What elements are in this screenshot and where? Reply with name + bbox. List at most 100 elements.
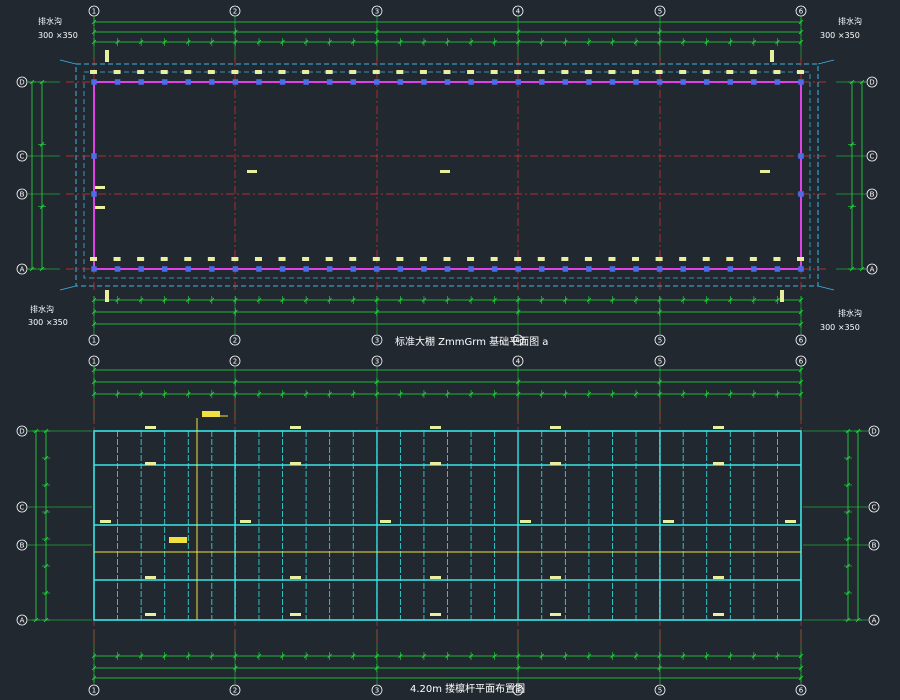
column [703,79,710,85]
column-tag [302,257,310,261]
elevation-tag [550,613,561,616]
axis-bubble-right2-C-label: C [872,504,877,512]
axis-bubble-left2-A-label: A [20,617,25,625]
axis-bubble-right-D-label: D [869,79,874,87]
elevation-tag [145,613,156,616]
axis-bubble-top-1-label: 1 [92,8,96,16]
column [586,79,592,85]
column-tag [443,70,451,74]
drain-label-tl: 排水沟 [38,16,62,26]
column [421,266,427,272]
column-tag [325,257,333,261]
axis-bubble-left-A-label: A [20,266,25,274]
drain-corner [817,59,835,65]
column [774,266,781,272]
column-tag [537,70,545,74]
elevation-tag [290,576,301,579]
axis-bubble-top2-2-label: 2 [233,358,237,366]
drain-corner [817,285,835,291]
column [633,79,639,85]
column [798,266,804,272]
drain-size-tl: 300 ×350 [38,31,78,40]
axis-bubble-bottom2-1-label: 1 [92,687,96,695]
column [161,79,168,85]
column-tag [419,257,427,261]
column [397,79,404,85]
column-tag [561,70,569,74]
axis-bubble-bottom-2-label: 2 [233,337,237,345]
column [468,266,474,272]
axis-bubble-bottom2-2-label: 2 [233,687,237,695]
column [562,266,569,272]
column [633,266,639,272]
elevation-tag [290,613,301,616]
elevation-tag [380,520,391,523]
column-tag [254,257,262,261]
column [161,266,168,272]
elevation-tag [430,576,441,579]
column-tag [372,70,380,74]
column-tag [325,70,333,74]
column-tag [797,257,804,261]
column-tag [231,257,239,261]
column-tag [490,70,498,74]
column [539,79,545,85]
column [279,79,286,85]
axis-bubble-top2-6-label: 6 [799,358,804,366]
axis-bubble-left-D-label: D [19,79,24,87]
column [326,79,333,85]
column-tag [137,257,145,261]
column-tag [679,257,687,261]
span-tag [95,186,105,189]
drain-ditch-inner [83,71,811,279]
column-tag [655,70,663,74]
column [586,266,592,272]
elevation-tag [663,520,674,523]
column-tag [773,70,781,74]
column-tag [561,257,569,261]
axis-bubble-top-2-label: 2 [233,8,237,16]
column [185,266,192,272]
column [491,266,498,272]
column-tag [113,70,121,74]
end-marker [770,50,774,62]
column-tag [231,70,239,74]
elevation-tag [145,426,156,429]
axis-bubble-bottom2-5-label: 5 [658,687,662,695]
column [91,79,97,85]
bracket-tag-mid [169,537,187,543]
column-tag [749,257,757,261]
column [562,79,569,85]
column [539,266,545,272]
column [114,79,121,85]
column [609,266,616,272]
column-tag [632,70,640,74]
column [751,79,757,85]
drain-size-tr: 300 ×350 [820,31,860,40]
span-tag [440,170,450,173]
axis-bubble-top2-3-label: 3 [375,358,379,366]
column [326,266,333,272]
column-tag [608,257,616,261]
column-tag [632,257,640,261]
column-tag [514,257,522,261]
column-tag [490,257,498,261]
axis-bubble-right-B-label: B [870,191,875,199]
column [444,79,451,85]
column [798,153,804,159]
column [421,79,427,85]
column-tag [679,70,687,74]
elevation-tag [713,426,724,429]
elevation-tag [430,613,441,616]
column [468,79,474,85]
elevation-tag [240,520,251,523]
axis-bubble-top-6-label: 6 [799,8,804,16]
elevation-tag [713,576,724,579]
column-tag [254,70,262,74]
drain-ditch-outer [75,63,819,287]
end-marker [780,290,784,302]
drain-label-br: 排水沟 [838,308,862,318]
axis-bubble-top-4-label: 4 [516,8,521,16]
column-tag [396,257,404,261]
axis-bubble-right2-D-label: D [871,428,876,436]
